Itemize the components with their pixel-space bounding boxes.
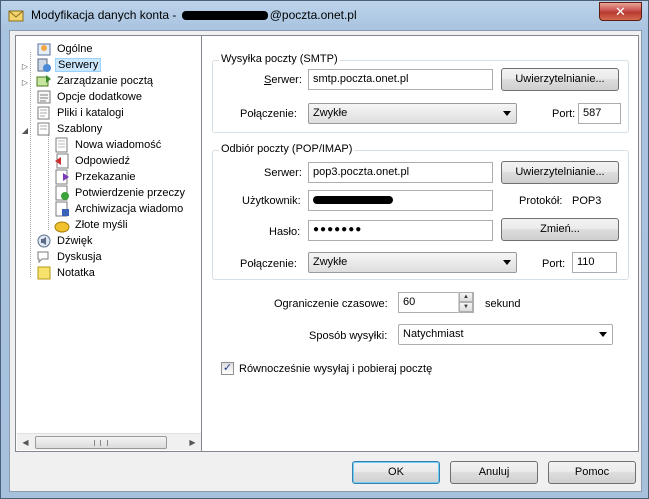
- send-mode-select[interactable]: Natychmiast: [398, 324, 613, 345]
- pop-port-label: Port:: [542, 258, 566, 270]
- redacted-username: [313, 196, 393, 205]
- help-button[interactable]: Pomoc: [548, 461, 636, 484]
- timeout-label: Ograniczenie czasowe:: [274, 298, 388, 310]
- tree-item-forward[interactable]: Przekazanie: [54, 169, 138, 185]
- sound-icon: [37, 234, 51, 248]
- scroll-left-icon[interactable]: ◀: [17, 434, 34, 451]
- reply-icon: [55, 153, 69, 169]
- close-icon: ✕: [615, 4, 626, 19]
- pop-auth-button[interactable]: Uwierzytelnianie...: [501, 161, 619, 184]
- spin-up-icon[interactable]: ▲: [459, 292, 473, 302]
- archive-icon: [55, 201, 69, 217]
- tree-item-discussion[interactable]: Dyskusja: [36, 249, 104, 265]
- smtp-server-input[interactable]: smtp.poczta.onet.pl: [308, 69, 493, 90]
- smtp-connection-select[interactable]: Zwykłe: [308, 103, 517, 124]
- smtp-connection-value: Zwykłe: [313, 107, 348, 119]
- simultaneous-checkbox[interactable]: ✓: [221, 362, 234, 375]
- discussion-icon: [37, 251, 49, 264]
- forward-icon: [55, 169, 69, 185]
- smtp-server-label: Serwer:: [264, 74, 302, 86]
- tree-item-templates[interactable]: Szablony: [36, 121, 104, 137]
- tree-horizontal-scrollbar[interactable]: ◀ ▶: [17, 433, 201, 450]
- templates-icon: [37, 122, 50, 136]
- pop-port-input[interactable]: 110: [572, 252, 617, 273]
- expand-arrow-icon[interactable]: ▷: [21, 78, 29, 87]
- tree-item-sound[interactable]: Dźwięk: [36, 233, 94, 249]
- pop-password-label: Hasło:: [269, 226, 301, 238]
- pop-connection-value: Zwykłe: [313, 256, 348, 268]
- title-bar: Modyfikacja danych konta - @poczta.onet.…: [1, 1, 648, 29]
- tree-item-read-receipt[interactable]: Potwierdzenie przeczy: [54, 185, 187, 201]
- scrollbar-thumb[interactable]: [35, 436, 167, 449]
- smtp-group-title: Wysyłka poczty (SMTP): [219, 53, 340, 65]
- dialog-client-area: Ogólne ▷ Serwery ▷ Zarządzanie pocztą Op…: [9, 30, 642, 492]
- tree-item-reply[interactable]: Odpowiedź: [54, 153, 132, 169]
- dialog-window: Modyfikacja danych konta - @poczta.onet.…: [0, 0, 649, 499]
- settings-panel: Wysyłka poczty (SMTP) Serwer: smtp.poczt…: [201, 35, 639, 452]
- servers-icon: [37, 58, 51, 72]
- tree-item-new-message[interactable]: Nowa wiadomość: [54, 137, 163, 153]
- quotes-icon: [54, 221, 70, 233]
- settings-tree[interactable]: Ogólne ▷ Serwery ▷ Zarządzanie pocztą Op…: [15, 35, 203, 452]
- scroll-right-icon[interactable]: ▶: [184, 434, 201, 451]
- general-settings-icon: [37, 43, 51, 56]
- close-button[interactable]: ✕: [599, 2, 642, 21]
- ok-button[interactable]: OK: [352, 461, 440, 484]
- pop-password-input[interactable]: ●●●●●●●: [308, 220, 493, 241]
- dropdown-arrow-icon: [503, 111, 511, 116]
- pop-connection-select[interactable]: Zwykłe: [308, 252, 517, 273]
- read-receipt-icon: [55, 185, 69, 201]
- mail-management-icon: [36, 75, 51, 87]
- note-icon: [37, 266, 51, 280]
- smtp-port-label: Port:: [552, 108, 576, 120]
- additional-options-icon: [37, 90, 51, 104]
- redacted-username: [181, 11, 268, 21]
- protocol-value: POP3: [572, 195, 602, 207]
- send-mode-value: Natychmiast: [403, 328, 464, 340]
- pop-user-input[interactable]: [308, 190, 493, 211]
- spin-down-icon[interactable]: ▼: [459, 302, 473, 312]
- pop-group-title: Odbiór poczty (POP/IMAP): [219, 143, 355, 155]
- tree-item-golden-thoughts[interactable]: Złote myśli: [54, 217, 130, 233]
- send-mode-label: Sposób wysyłki:: [309, 330, 388, 342]
- folder-icon: [37, 106, 50, 120]
- expand-arrow-icon[interactable]: ▷: [21, 62, 29, 71]
- dropdown-arrow-icon: [503, 260, 511, 265]
- dropdown-arrow-icon: [599, 332, 607, 337]
- smtp-auth-button[interactable]: Uwierzytelnianie...: [501, 68, 619, 91]
- checkmark-icon: ✓: [222, 362, 233, 374]
- app-icon: [8, 10, 24, 22]
- timeout-spinner[interactable]: ▲ ▼: [458, 292, 473, 313]
- pop-user-label: Użytkownik:: [242, 195, 301, 207]
- tree-item-general[interactable]: Ogólne: [36, 41, 94, 57]
- timeout-unit: sekund: [485, 298, 521, 310]
- simultaneous-label: Równocześnie wysyłaj i pobieraj pocztę: [239, 363, 433, 375]
- smtp-port-input[interactable]: 587: [578, 103, 621, 124]
- pop-connection-label: Połączenie:: [240, 258, 297, 270]
- tree-item-additional-options[interactable]: Opcje dodatkowe: [36, 89, 144, 105]
- tree-item-servers[interactable]: Serwery: [36, 57, 102, 73]
- tree-item-files-folders[interactable]: Pliki i katalogi: [36, 105, 126, 121]
- change-password-button[interactable]: Zmień...: [501, 218, 619, 241]
- tree-item-mail-management[interactable]: Zarządzanie pocztą: [36, 73, 155, 89]
- pop-server-input[interactable]: pop3.poczta.onet.pl: [308, 162, 493, 183]
- smtp-connection-label: Połączenie:: [240, 108, 297, 120]
- new-message-icon: [55, 137, 68, 153]
- collapse-arrow-icon[interactable]: ◢: [21, 126, 29, 135]
- pop-server-label: Serwer:: [264, 167, 302, 179]
- window-title: Modyfikacja danych konta - @poczta.onet.…: [31, 8, 357, 22]
- tree-item-note[interactable]: Notatka: [36, 265, 97, 281]
- protocol-label: Protokół:: [519, 195, 563, 207]
- cancel-button[interactable]: Anuluj: [450, 461, 538, 484]
- tree-item-archive[interactable]: Archiwizacja wiadomo: [54, 201, 185, 217]
